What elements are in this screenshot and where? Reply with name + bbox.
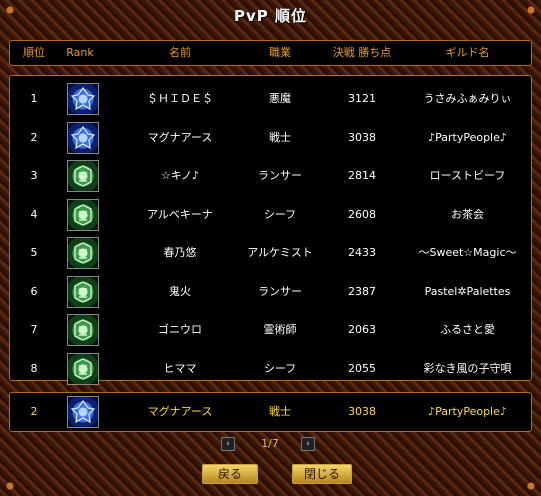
green-rank-emblem-icon bbox=[67, 352, 99, 385]
ranking-row: 4 アルベキーナ シーフ 2608 お茶会 bbox=[10, 196, 531, 234]
window-title: PvP 順位 bbox=[234, 7, 307, 25]
ranking-row: 2 マグナアース 戦士 3038 ♪PartyPeople♪ bbox=[10, 119, 531, 157]
header-name: 名前 bbox=[169, 46, 191, 59]
ranking-row: 6 鬼火 ランサー 2387 Pastel✲Palettes bbox=[10, 273, 531, 311]
player-guild: うさみふぁみりぃ bbox=[423, 92, 512, 105]
player-name: ＄ＨＩＤＥ＄ bbox=[147, 92, 213, 105]
player-points: 3038 bbox=[348, 130, 376, 144]
header-job: 職業 bbox=[269, 46, 291, 59]
rank-no: 5 bbox=[30, 246, 38, 259]
pagination: ‹ 1/7 › bbox=[0, 437, 541, 453]
blue-rank-emblem-icon bbox=[67, 396, 99, 428]
rank-no: 2 bbox=[30, 130, 38, 144]
player-guild: 彩なき風の子守唄 bbox=[423, 361, 512, 375]
ranking-row: 7 ゴニウロ 霊術師 2063 ふるさと愛 bbox=[10, 311, 531, 349]
blue-rank-emblem-icon bbox=[67, 121, 99, 154]
player-guild: ♪PartyPeople♪ bbox=[428, 130, 507, 144]
player-name: 鬼火 bbox=[169, 284, 191, 298]
player-job: 悪魔 bbox=[269, 92, 291, 105]
player-guild: ふるさと愛 bbox=[440, 323, 495, 336]
green-rank-emblem-icon bbox=[67, 160, 99, 192]
green-rank-emblem-icon bbox=[67, 237, 99, 269]
self-rank-no: 2 bbox=[30, 405, 38, 418]
player-name: ☆キノ♪ bbox=[160, 169, 200, 182]
rank-no: 6 bbox=[30, 284, 38, 298]
self-job: 戦士 bbox=[269, 405, 291, 418]
player-name: アルベキーナ bbox=[147, 207, 213, 221]
close-button[interactable]: 閉じる bbox=[292, 464, 352, 484]
player-job: ランサー bbox=[258, 284, 302, 298]
page-indicator: 1/7 bbox=[261, 437, 279, 450]
player-job: シーフ bbox=[263, 361, 297, 375]
header-rank-no: 順位 bbox=[23, 46, 45, 59]
prev-page-button[interactable]: ‹ bbox=[221, 437, 235, 451]
player-guild: お茶会 bbox=[451, 207, 484, 221]
table-header: 順位 Rank 名前 職業 決戦 勝ち点 ギルド名 bbox=[9, 40, 532, 66]
player-job: シーフ bbox=[263, 207, 297, 221]
player-points: 2814 bbox=[348, 169, 376, 182]
green-rank-emblem-icon bbox=[67, 275, 99, 308]
self-points: 3038 bbox=[348, 405, 376, 418]
rank-no: 7 bbox=[30, 323, 38, 336]
blue-rank-emblem-icon bbox=[67, 83, 99, 115]
player-name: マグナアース bbox=[147, 130, 213, 144]
ranking-list: 1 ＄ＨＩＤＥ＄ 悪魔 3121 うさみふぁみりぃ 2 マグナアース 戦士 30… bbox=[9, 75, 532, 385]
ranking-window: PvP 順位 順位 Rank 名前 職業 決戦 勝ち点 ギルド名 1 ＄ＨＩＤＥ… bbox=[0, 0, 541, 496]
self-guild: ♪PartyPeople♪ bbox=[428, 405, 507, 418]
player-points: 2055 bbox=[348, 361, 376, 375]
player-guild: ローストビーフ bbox=[429, 169, 506, 182]
self-name: マグナアース bbox=[147, 405, 213, 418]
rank-no: 4 bbox=[30, 207, 38, 221]
player-name: 春乃悠 bbox=[163, 246, 197, 259]
player-guild: Pastel✲Palettes bbox=[424, 284, 511, 298]
player-points: 3121 bbox=[348, 92, 376, 105]
ranking-row: 1 ＄ＨＩＤＥ＄ 悪魔 3121 うさみふぁみりぃ bbox=[10, 80, 531, 118]
rank-no: 1 bbox=[30, 92, 38, 105]
header-points: 決戦 勝ち点 bbox=[332, 46, 392, 59]
player-points: 2063 bbox=[348, 323, 376, 336]
player-name: ゴニウロ bbox=[158, 323, 202, 336]
back-button[interactable]: 戻る bbox=[202, 464, 258, 484]
player-points: 2387 bbox=[348, 284, 376, 298]
rank-no: 3 bbox=[30, 169, 38, 182]
player-job: 霊術師 bbox=[263, 323, 297, 336]
player-name: ヒママ bbox=[163, 361, 197, 375]
player-job: ランサー bbox=[258, 169, 302, 182]
own-ranking-row: 2 マグナアース 戦士 3038 ♪PartyPeople♪ bbox=[9, 392, 532, 432]
ranking-row: 8 ヒママ シーフ 2055 彩なき風の子守唄 bbox=[10, 350, 531, 388]
green-rank-emblem-icon bbox=[67, 314, 99, 346]
ranking-row: 3 ☆キノ♪ ランサー 2814 ローストビーフ bbox=[10, 157, 531, 195]
green-rank-emblem-icon bbox=[67, 198, 99, 231]
player-guild: ～Sweet☆Magic～ bbox=[418, 246, 517, 259]
header-guild: ギルド名 bbox=[445, 46, 490, 59]
player-job: 戦士 bbox=[269, 130, 291, 144]
next-page-button[interactable]: › bbox=[301, 437, 315, 451]
ranking-row: 5 春乃悠 アルケミスト 2433 ～Sweet☆Magic～ bbox=[10, 234, 531, 272]
player-points: 2608 bbox=[348, 207, 376, 221]
rank-no: 8 bbox=[30, 361, 38, 375]
player-job: アルケミスト bbox=[247, 246, 313, 259]
player-points: 2433 bbox=[348, 246, 376, 259]
header-rank: Rank bbox=[66, 46, 94, 59]
